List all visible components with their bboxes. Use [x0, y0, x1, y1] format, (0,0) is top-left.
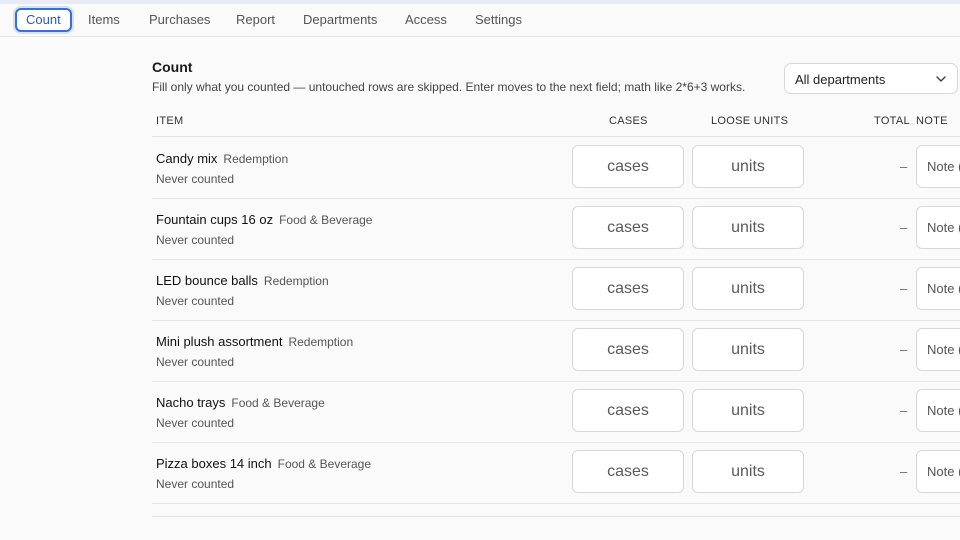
table-row: Nacho trays Food & Beverage Never counted… — [152, 381, 960, 443]
cases-input[interactable] — [572, 389, 684, 432]
table-row: LED bounce balls Redemption Never counted… — [152, 259, 960, 321]
section-hint: Fill only what you counted — untouched r… — [152, 80, 746, 94]
tab-settings[interactable]: Settings — [475, 9, 522, 31]
item-status: Never counted — [156, 355, 235, 369]
units-input[interactable] — [692, 389, 804, 432]
units-input[interactable] — [692, 450, 804, 493]
item-department: Food & Beverage — [279, 213, 373, 227]
item-status: Never counted — [156, 172, 235, 186]
tab-report[interactable]: Report — [236, 9, 275, 31]
row-total: – — [900, 159, 908, 174]
item-status: Never counted — [156, 294, 235, 308]
item-name: LED bounce balls Redemption — [156, 273, 329, 288]
item-department: Food & Beverage — [277, 457, 372, 471]
item-status: Never counted — [156, 477, 235, 491]
department-filter-select[interactable]: All departments — [784, 63, 958, 94]
row-total: – — [900, 281, 908, 296]
item-department: Redemption — [263, 274, 329, 288]
item-department: Redemption — [288, 335, 354, 349]
units-input[interactable] — [692, 267, 804, 310]
table-row: Pizza boxes 14 inch Food & Beverage Never… — [152, 442, 960, 504]
column-header-cases: CASES — [609, 115, 648, 127]
item-name-text: Fountain cups 16 oz — [156, 212, 274, 227]
item-name-text: Nacho trays — [156, 395, 226, 410]
table-row: Fountain cups 16 oz Food & Beverage Never… — [152, 198, 960, 260]
cases-input[interactable] — [572, 328, 684, 371]
row-total: – — [900, 464, 908, 479]
cases-input[interactable] — [572, 145, 684, 188]
tab-access[interactable]: Access — [405, 9, 447, 31]
row-total: – — [900, 220, 908, 235]
item-department: Food & Beverage — [231, 396, 325, 410]
units-input[interactable] — [692, 206, 804, 249]
note-input[interactable] — [916, 206, 960, 249]
item-name: Pizza boxes 14 inch Food & Beverage — [156, 456, 371, 471]
tab-count[interactable]: Count — [15, 8, 72, 32]
table-row: Mini plush assortment Redemption Never co… — [152, 320, 960, 382]
units-input[interactable] — [692, 328, 804, 371]
cases-input[interactable] — [572, 206, 684, 249]
note-input[interactable] — [916, 267, 960, 310]
note-input[interactable] — [916, 328, 960, 371]
note-input[interactable] — [916, 145, 960, 188]
item-status: Never counted — [156, 416, 235, 430]
item-name: Mini plush assortment Redemption — [156, 334, 353, 349]
tab-purchases[interactable]: Purchases — [149, 9, 210, 31]
section-title: Count — [152, 59, 193, 75]
chevron-down-icon — [936, 76, 946, 82]
tab-departments[interactable]: Departments — [303, 9, 377, 31]
item-name-text: Mini plush assortment — [156, 334, 283, 349]
main-nav: Count Items Purchases Report Departments… — [0, 4, 960, 37]
row-total: – — [900, 403, 908, 418]
tab-items[interactable]: Items — [88, 9, 120, 31]
table-row: Candy mix Redemption Never counted – — [152, 137, 960, 199]
item-name: Candy mix Redemption — [156, 151, 288, 166]
item-department: Redemption — [223, 152, 289, 166]
units-input[interactable] — [692, 145, 804, 188]
row-total: – — [900, 342, 908, 357]
column-header-loose-units: LOOSE UNITS — [711, 115, 789, 127]
column-header-item: ITEM — [156, 115, 184, 127]
item-name-text: Candy mix — [156, 151, 218, 166]
item-name: Nacho trays Food & Beverage — [156, 395, 325, 410]
item-status: Never counted — [156, 233, 235, 247]
table-bottom-divider — [152, 516, 960, 517]
item-name: Fountain cups 16 oz Food & Beverage — [156, 212, 372, 227]
cases-input[interactable] — [572, 267, 684, 310]
column-header-total: TOTAL — [874, 115, 910, 127]
item-name-text: Pizza boxes 14 inch — [156, 456, 272, 471]
note-input[interactable] — [916, 450, 960, 493]
note-input[interactable] — [916, 389, 960, 432]
department-filter-value: All departments — [795, 72, 886, 87]
cases-input[interactable] — [572, 450, 684, 493]
column-header-note: NOTE — [916, 115, 948, 127]
item-name-text: LED bounce balls — [156, 273, 258, 288]
